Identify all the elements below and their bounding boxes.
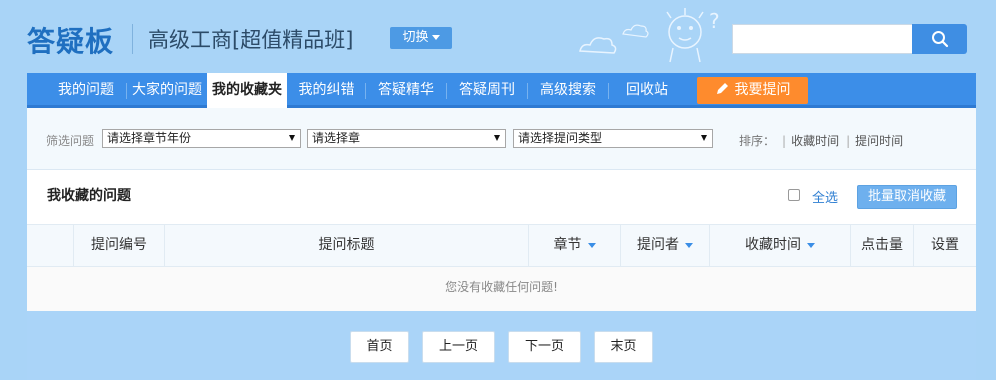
last-page-button[interactable]: 末页 [594, 331, 653, 363]
dropdown-arrow-icon [289, 135, 295, 141]
section-title: 我收藏的问题 [47, 188, 131, 204]
column-header-asker[interactable]: 提问者 [620, 225, 709, 266]
column-header-checkbox [27, 225, 73, 266]
column-header-asker-label: 提问者 [637, 237, 679, 253]
chapter-year-select[interactable]: 请选择章节年份 [102, 129, 301, 148]
switch-course-button[interactable]: 切换 [390, 27, 452, 49]
pagination: 首页 上一页 下一页 末页 [27, 311, 976, 380]
column-header-favorite-time[interactable]: 收藏时间 [709, 225, 850, 266]
chapter-year-select-value: 请选择章节年份 [107, 131, 192, 145]
column-header-id: 提问编号 [73, 225, 164, 266]
nav-divider [608, 83, 609, 99]
dropdown-arrow-icon [494, 135, 500, 141]
batch-unfavorite-button[interactable]: 批量取消收藏 [857, 185, 957, 209]
search-icon [931, 31, 948, 48]
nav-qa-highlights[interactable]: 答疑精华 [367, 73, 445, 108]
mascot-illustration-icon: ? [579, 8, 720, 63]
filter-label: 筛选问题 [46, 134, 95, 148]
ask-question-button[interactable]: 我要提问 [697, 77, 808, 104]
filter-bar: 筛选问题 请选择章节年份 请选择章 请选择提问类型 排序： | 收藏时间 | 提问时间 [27, 108, 976, 170]
sort-down-icon [807, 242, 815, 248]
nav-advanced-search[interactable]: 高级搜索 [529, 73, 607, 108]
sort-down-icon [587, 242, 596, 248]
favorites-panel: 我收藏的问题 全选 批量取消收藏 提问编号 提问标题 章节 提问者 收藏时间 点… [27, 170, 976, 311]
nav-divider [126, 83, 127, 99]
app-logo[interactable]: 答疑板 [27, 20, 114, 60]
question-type-select-value: 请选择提问类型 [518, 131, 603, 145]
sort-down-icon [685, 242, 693, 248]
dropdown-arrow-icon [701, 135, 707, 141]
select-all-checkbox[interactable] [788, 189, 800, 201]
column-header-favorite-time-label: 收藏时间 [745, 237, 801, 253]
caret-down-icon [431, 35, 440, 40]
sort-label: 排序： [739, 134, 776, 148]
nav-divider [446, 83, 447, 99]
sort-group: 排序： | 收藏时间 | 提问时间 [739, 134, 904, 148]
nav-my-questions[interactable]: 我的问题 [49, 73, 123, 108]
logo-divider [132, 24, 133, 54]
pencil-icon [716, 83, 728, 94]
sort-by-ask-time[interactable]: 提问时间 [855, 134, 903, 148]
column-header-settings: 设置 [913, 225, 976, 266]
search-button[interactable] [912, 24, 967, 54]
next-page-button[interactable]: 下一页 [508, 331, 581, 363]
svg-text:?: ? [709, 9, 720, 33]
sort-by-favorite-time[interactable]: 收藏时间 [791, 134, 839, 148]
column-header-chapter-label: 章节 [553, 237, 582, 253]
nav-divider [365, 83, 366, 99]
nav-my-favorites[interactable]: 我的收藏夹 [207, 73, 287, 108]
switch-label: 切换 [402, 30, 429, 45]
column-header-title: 提问标题 [164, 225, 528, 266]
select-all-link[interactable]: 全选 [812, 187, 838, 206]
nav-recycle-bin[interactable]: 回收站 [610, 73, 684, 108]
main-nav: 我的问题 大家的问题 我的收藏夹 我的纠错 答疑精华 答疑周刊 高级搜索 回收站… [27, 73, 976, 108]
empty-message: 您没有收藏任何问题! [27, 267, 976, 311]
chapter-select[interactable]: 请选择章 [307, 129, 506, 148]
prev-page-button[interactable]: 上一页 [422, 331, 495, 363]
table-header: 提问编号 提问标题 章节 提问者 收藏时间 点击量 设置 [27, 224, 976, 267]
column-header-clicks: 点击量 [850, 225, 913, 266]
nav-my-corrections[interactable]: 我的纠错 [289, 73, 364, 108]
column-header-chapter[interactable]: 章节 [528, 225, 620, 266]
first-page-button[interactable]: 首页 [350, 331, 409, 363]
nav-qa-weekly[interactable]: 答疑周刊 [448, 73, 526, 108]
ask-question-label: 我要提问 [734, 82, 791, 98]
nav-divider [527, 83, 528, 99]
question-type-select[interactable]: 请选择提问类型 [513, 129, 713, 148]
course-title: 高级工商[超值精品班] [148, 28, 354, 52]
chapter-select-value: 请选择章 [312, 131, 361, 145]
search-input[interactable] [732, 24, 913, 54]
nav-all-questions[interactable]: 大家的问题 [128, 73, 206, 108]
